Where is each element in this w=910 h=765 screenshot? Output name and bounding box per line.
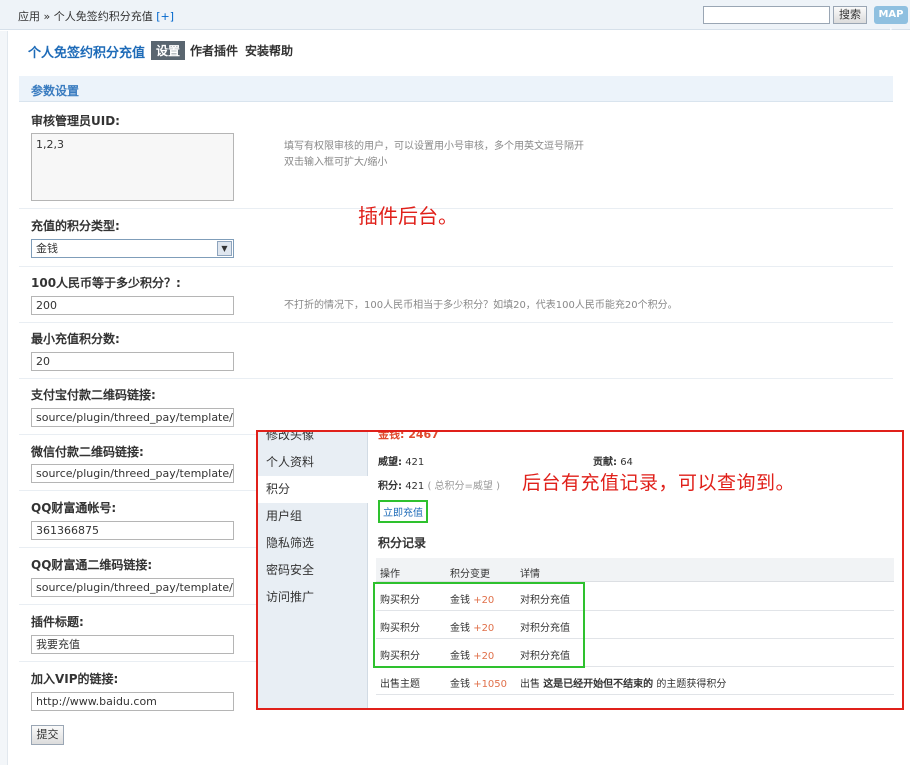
section-header: 参数设置: [19, 76, 893, 102]
breadcrumb-text[interactable]: 应用 » 个人免签约积分充值: [18, 10, 153, 23]
credits-log-title: 积分记录: [378, 536, 427, 550]
money-stat: 金钱: 2467: [378, 430, 439, 441]
log-header-row: 操作 积分变更 详情: [376, 558, 894, 582]
col-header-action: 操作: [380, 569, 400, 580]
qq-account-input[interactable]: 361366875: [31, 521, 234, 540]
row-detail-suffix: 的主题获得积分: [656, 679, 727, 690]
wechat-qrcode-input[interactable]: source/plugin/threed_pay/template/ima: [31, 464, 234, 483]
annotation-backend: 插件后台。: [358, 204, 458, 228]
recharge-now-link[interactable]: 立即充值: [378, 500, 428, 523]
sidebar-item-privacy[interactable]: 隐私筛选: [258, 530, 368, 557]
breadcrumb-add-link[interactable]: [+]: [156, 10, 174, 23]
chevron-down-icon[interactable]: ▼: [217, 241, 232, 256]
credits-label: 积分:: [378, 481, 402, 492]
left-edge-strip: [0, 31, 8, 765]
sidebar-item-promotion[interactable]: 访问推广: [258, 584, 368, 611]
uid-hint-1: 填写有权限审核的用户，可以设置用小号审核，多个用英文逗号隔开: [284, 141, 584, 152]
row-change: 金钱 +1050: [450, 675, 507, 690]
highlight-box: [373, 582, 585, 668]
plugin-title-input[interactable]: 我要充值: [31, 635, 234, 654]
breadcrumb: 应用 » 个人免签约积分充值 [+]: [18, 8, 174, 24]
row-action: 出售主题: [380, 679, 420, 690]
top-bar: 应用 » 个人免签约积分充值 [+] 搜索 MAP ↓: [0, 0, 910, 38]
divider: [19, 378, 893, 379]
credit-type-label: 充值的积分类型:: [31, 219, 120, 233]
rate-label: 100人民币等于多少积分？:: [31, 276, 181, 290]
row-detail-thread-link[interactable]: 这是已经开始但不结束的: [543, 679, 653, 690]
col-header-change: 积分变更: [450, 569, 490, 580]
wechat-qrcode-label: 微信付款二维码链接:: [31, 445, 144, 459]
plugin-title[interactable]: 个人免签约积分充值: [28, 42, 145, 61]
sidebar-item-credits[interactable]: 积分: [258, 476, 368, 503]
uid-textarea[interactable]: 1,2,3: [31, 133, 234, 201]
sidebar-item-password[interactable]: 密码安全: [258, 557, 368, 584]
prestige-value: 421: [405, 457, 425, 468]
tab-install-help[interactable]: 安装帮助: [240, 41, 298, 60]
plugin-title-label: 插件标题:: [31, 615, 84, 629]
map-button[interactable]: MAP ↓: [874, 6, 908, 38]
credits-note: ( 总积分=威望 ): [427, 481, 501, 492]
prestige-label: 威望:: [378, 457, 402, 468]
row-credit-type: 金钱: [450, 679, 470, 690]
submit-button[interactable]: 提交: [31, 725, 64, 745]
table-row: 出售主题 金钱 +1050 出售 这是已经开始但不结束的 的主题获得积分: [376, 667, 894, 695]
vip-link-label: 加入VIP的链接:: [31, 672, 119, 686]
qq-account-label: QQ财富通帐号:: [31, 501, 117, 515]
section-title: 参数设置: [31, 84, 80, 98]
row-detail-prefix: 出售: [520, 679, 540, 690]
rate-input[interactable]: 200: [31, 296, 234, 315]
qq-qrcode-label: QQ财富通二维码链接:: [31, 558, 153, 572]
contribution-stat: 贡献: 64: [593, 453, 633, 468]
sidebar-item-usergroup[interactable]: 用户组: [258, 503, 368, 530]
min-credits-input[interactable]: 20: [31, 352, 234, 371]
tab-author-plugins[interactable]: 作者插件: [185, 41, 243, 60]
rate-hint: 不打折的情况下，100人民币相当于多少积分？如填20，代表100人民币能充20个…: [284, 300, 678, 311]
search-input[interactable]: [703, 6, 830, 24]
credit-type-value: 金钱: [36, 242, 58, 255]
total-credits-stat: 积分: 421 ( 总积分=威望 ): [378, 477, 500, 492]
tab-settings[interactable]: 设置: [151, 41, 186, 60]
alipay-qrcode-label: 支付宝付款二维码链接:: [31, 388, 156, 402]
col-header-detail: 详情: [520, 569, 540, 580]
uid-label: 审核管理员UID:: [31, 114, 120, 128]
uid-hint-2: 双击输入框可扩大/缩小: [284, 157, 388, 168]
credits-value: 421: [405, 481, 425, 492]
sidebar-item-avatar[interactable]: 修改头像: [258, 432, 368, 449]
contribution-label: 贡献:: [593, 457, 617, 468]
contribution-value: 64: [620, 457, 633, 468]
vip-link-input[interactable]: http://www.baidu.com: [31, 692, 234, 711]
min-credits-label: 最小充值积分数:: [31, 332, 120, 346]
row-detail: 出售 这是已经开始但不结束的 的主题获得积分: [520, 675, 726, 690]
divider: [19, 322, 893, 323]
row-amount: +1050: [473, 679, 508, 690]
qq-qrcode-input[interactable]: source/plugin/threed_pay/template/ima: [31, 578, 234, 597]
sidebar-item-profile[interactable]: 个人资料: [258, 449, 368, 476]
divider: [19, 266, 893, 267]
search-button[interactable]: 搜索: [833, 6, 867, 24]
prestige-stat: 威望: 421: [378, 453, 424, 468]
annotation-records: 后台有充值记录，可以查询到。: [522, 472, 796, 494]
credit-type-select[interactable]: 金钱 ▼: [31, 239, 234, 258]
user-center-sidebar: 修改头像 个人资料 积分 用户组 隐私筛选 密码安全 访问推广: [258, 432, 368, 708]
alipay-qrcode-input[interactable]: source/plugin/threed_pay/template/ima: [31, 408, 234, 427]
